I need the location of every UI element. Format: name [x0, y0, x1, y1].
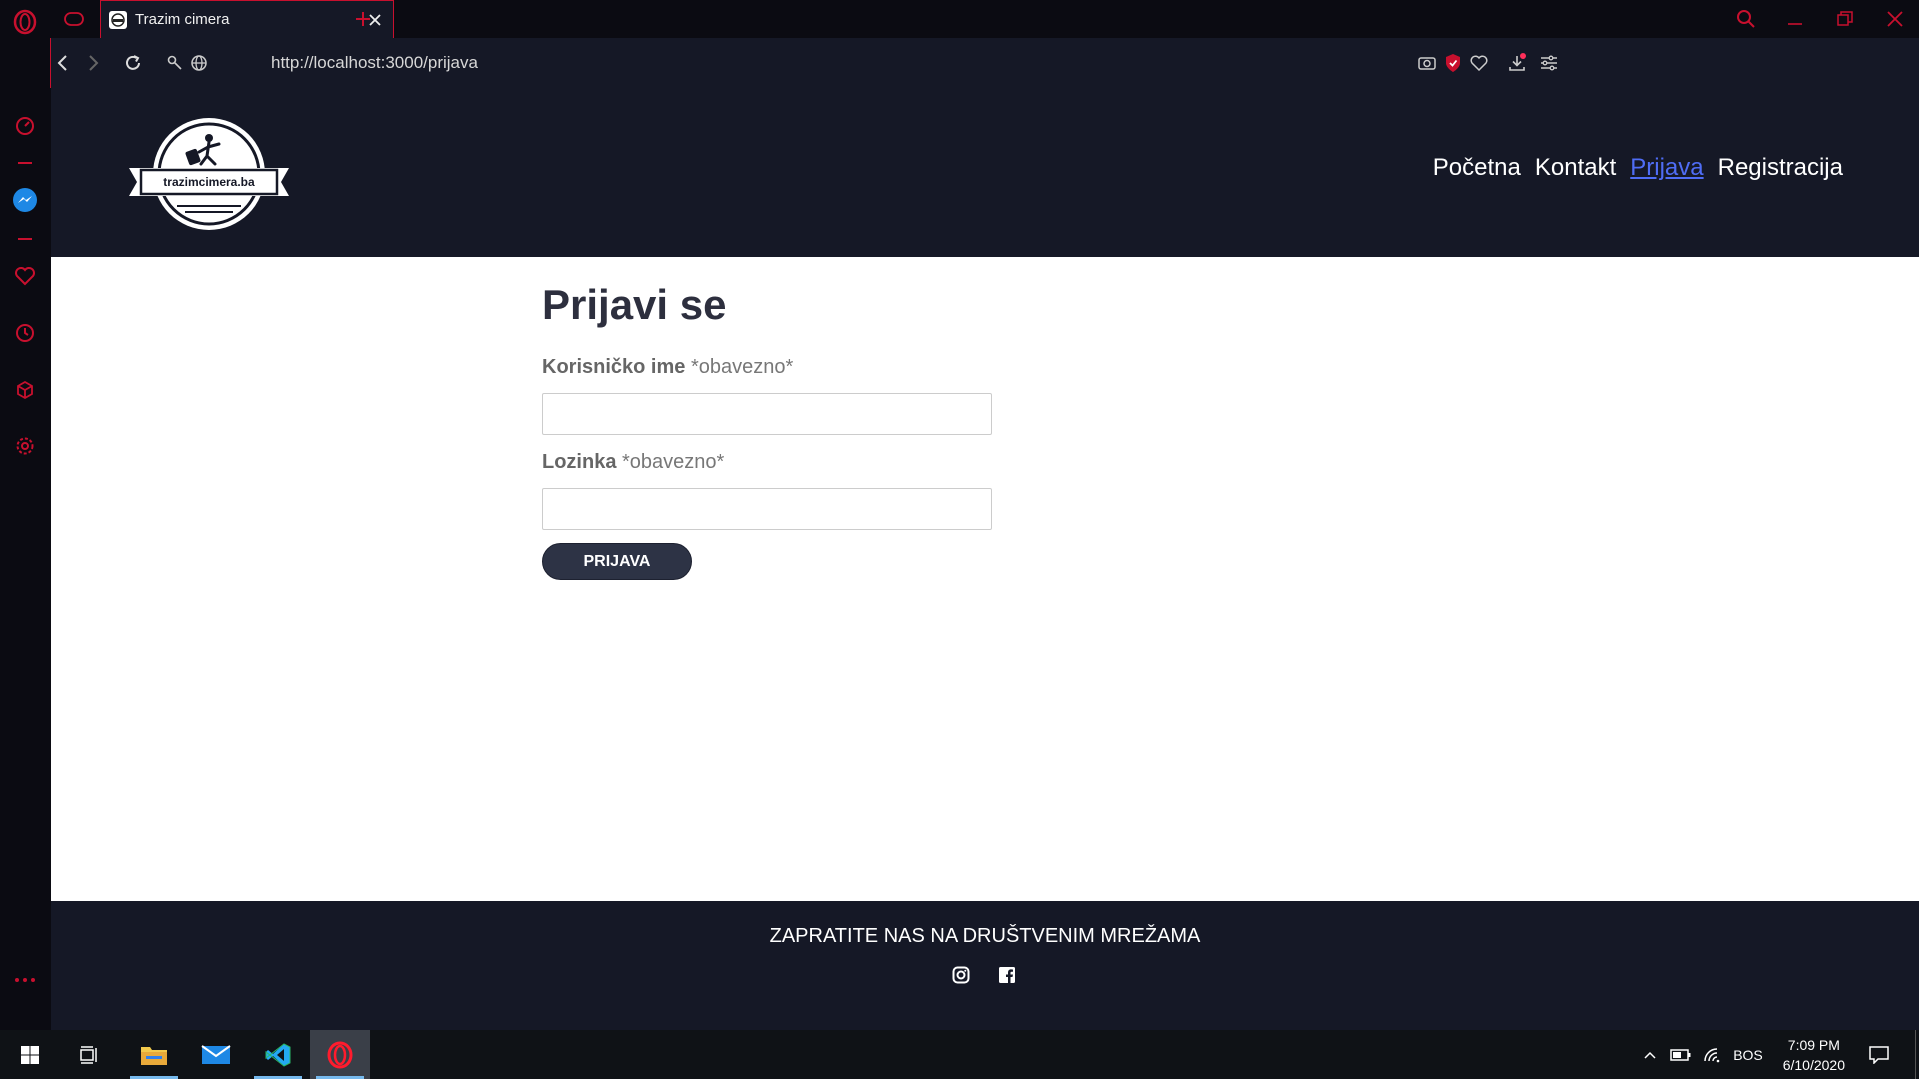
password-input[interactable] [542, 488, 992, 530]
gaming-controller-icon[interactable] [62, 8, 86, 30]
clock-time: 7:09 PM [1787, 1037, 1840, 1053]
site-favicon-icon [109, 10, 127, 29]
show-hidden-icons-chevron-icon[interactable] [1638, 1030, 1662, 1079]
settings-gear-icon[interactable] [11, 432, 39, 460]
footer-title: ZAPRATITE NAS NA DRUŠTVENIM MREŽAMA [769, 925, 1201, 947]
password-required-hint: *obavezno* [622, 451, 725, 473]
action-center-notification-icon[interactable] [1864, 1030, 1894, 1079]
nav-registracija[interactable]: Registracija [1718, 154, 1843, 182]
social-links [951, 965, 1017, 985]
nav-pocetna[interactable]: Početna [1433, 154, 1521, 182]
minimize-window-icon[interactable] [1782, 6, 1808, 32]
site-footer: ZAPRATITE NAS NA DRUŠTVENIM MREŽAMA [51, 901, 1919, 1030]
easy-setup-sliders-icon[interactable] [1537, 51, 1561, 75]
search-tabs-icon[interactable] [1733, 6, 1759, 32]
opera-taskbar-icon[interactable] [310, 1030, 370, 1079]
new-tab-plus-icon[interactable] [352, 8, 374, 30]
downloads-icon[interactable] [1505, 51, 1529, 75]
username-required-hint: *obavezno* [690, 356, 794, 378]
messenger-icon[interactable] [11, 186, 39, 214]
vscode-icon[interactable] [248, 1030, 308, 1079]
tab-title: Trazim cimera [135, 11, 230, 28]
facebook-icon[interactable] [997, 965, 1017, 985]
site-logo[interactable]: trazimcimera.ba [127, 116, 291, 236]
close-window-icon[interactable] [1882, 6, 1908, 32]
page-viewport: trazimcimera.ba Početna Kontakt Prijava … [51, 88, 1919, 1030]
windows-taskbar: BOS 7:09 PM 6/10/2020 [0, 1030, 1919, 1079]
login-form: Prijavi se Korisničko ime *obavezno* Loz… [542, 280, 1002, 580]
restore-window-icon[interactable] [1832, 6, 1858, 32]
system-clock[interactable]: 7:09 PM 6/10/2020 [1783, 1035, 1845, 1075]
address-bar-url[interactable]: http://localhost:3000/prijava [271, 50, 478, 76]
site-header: trazimcimera.ba Početna Kontakt Prijava … [51, 88, 1919, 257]
speed-dial-icon[interactable] [11, 112, 39, 140]
battery-icon[interactable] [1668, 1030, 1694, 1079]
wifi-icon[interactable] [1700, 1030, 1726, 1079]
page-title: Prijavi se [542, 281, 727, 328]
password-label: Lozinka *obavezno* [542, 451, 725, 473]
clock-date: 6/10/2020 [1782, 1057, 1845, 1073]
back-arrow-icon[interactable] [51, 51, 75, 75]
ad-blocker-shield-icon[interactable] [1441, 51, 1465, 75]
bookmark-heart-icon[interactable] [1467, 51, 1491, 75]
username-input[interactable] [542, 393, 992, 435]
site-info-key-icon[interactable] [163, 51, 187, 75]
bookmarks-heart-icon[interactable] [11, 262, 39, 290]
nav-kontakt[interactable]: Kontakt [1535, 154, 1616, 182]
opera-sidebar [0, 0, 50, 1030]
reload-icon[interactable] [121, 51, 145, 75]
login-submit-button[interactable]: PRIJAVA [542, 543, 692, 580]
forward-arrow-icon[interactable] [81, 51, 105, 75]
tab-strip: Trazim cimera [50, 0, 1919, 38]
show-desktop-button[interactable] [1915, 1030, 1919, 1079]
nav-prijava[interactable]: Prijava [1630, 154, 1703, 182]
browser-toolbar: http://localhost:3000/prijava [50, 38, 1919, 88]
username-label: Korisničko ime *obavezno* [542, 356, 794, 378]
sidebar-divider [18, 162, 32, 164]
input-language[interactable]: BOS [1730, 1030, 1766, 1079]
main-nav: Početna Kontakt Prijava Registracija [1433, 154, 1843, 182]
snapshot-camera-icon[interactable] [1415, 51, 1439, 75]
mail-icon[interactable] [186, 1030, 246, 1079]
instagram-icon[interactable] [951, 965, 971, 985]
windows-start-icon[interactable] [0, 1030, 60, 1079]
history-clock-icon[interactable] [11, 319, 39, 347]
logo-text: trazimcimera.ba [163, 175, 255, 189]
globe-icon [187, 51, 211, 75]
task-view-icon[interactable] [60, 1030, 120, 1079]
opera-menu-icon[interactable] [11, 8, 39, 36]
extensions-cube-icon[interactable] [11, 376, 39, 404]
tab-active[interactable]: Trazim cimera [100, 0, 394, 38]
more-options-icon[interactable] [11, 966, 39, 994]
file-explorer-icon[interactable] [124, 1030, 184, 1079]
sidebar-divider [18, 238, 32, 240]
